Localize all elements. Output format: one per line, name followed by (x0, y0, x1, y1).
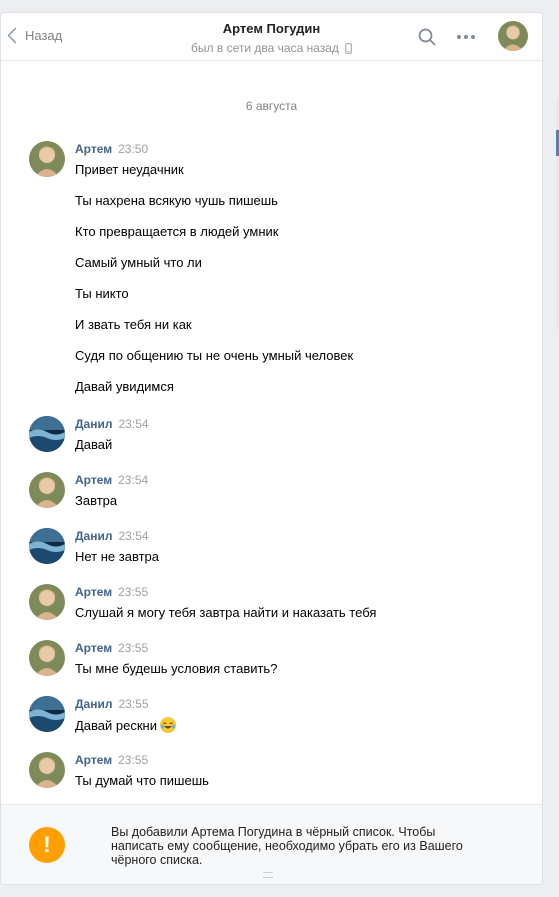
message-time[interactable]: 23:55 (118, 697, 148, 711)
message-text: Завтра (75, 493, 117, 508)
message-time[interactable]: 23:54 (118, 417, 148, 431)
warning-icon: ! (29, 827, 65, 863)
message-header: Артем 23:55 (75, 584, 148, 599)
message-header: Данил 23:54 (75, 528, 149, 543)
author-avatar[interactable] (29, 141, 65, 177)
message-header: Артем 23:54 (75, 472, 148, 487)
author-avatar[interactable] (29, 472, 65, 508)
message-time[interactable]: 23:54 (118, 529, 148, 543)
chat-panel: Назад Артем Погудин был в сети два часа … (0, 12, 543, 885)
message-text: Ты мне будешь условия ставить? (75, 661, 277, 676)
message-text-content: Судя по общению ты не очень умный челове… (75, 348, 354, 363)
message-text-content: Ты думай что пишешь (75, 773, 209, 788)
message-time[interactable]: 23:55 (118, 585, 148, 599)
message-text-content: И звать тебя ни как (75, 317, 192, 332)
author-avatar[interactable] (29, 752, 65, 788)
message-text-content: Давай увидимся (75, 379, 174, 394)
message-text-content: Ты нахрена всякую чушь пишешь (75, 193, 278, 208)
author-name[interactable]: Данил (75, 697, 112, 711)
message-text: Ты думай что пишешь (75, 773, 209, 788)
message-time[interactable]: 23:55 (118, 753, 148, 767)
message-text-content: Нет не завтра (75, 549, 159, 564)
author-name[interactable]: Данил (75, 417, 112, 431)
author-avatar[interactable] (29, 416, 65, 452)
author-name[interactable]: Артем (75, 473, 112, 487)
author-name[interactable]: Артем (75, 641, 112, 655)
author-name[interactable]: Данил (75, 529, 112, 543)
author-avatar[interactable] (29, 528, 65, 564)
message-text-content: Слушай я могу тебя завтра найти и наказа… (75, 605, 377, 620)
message-text-content: Давай рескни (75, 718, 157, 733)
message-text: Ты никто (75, 286, 129, 301)
message-header: Артем 23:55 (75, 640, 148, 655)
message-text: Давай (75, 437, 112, 452)
message-text: Кто превращается в людей умник (75, 224, 278, 239)
author-name[interactable]: Артем (75, 753, 112, 767)
author-name[interactable]: Артем (75, 142, 112, 156)
mobile-phone-icon (345, 42, 352, 54)
online-status: был в сети два часа назад (191, 41, 339, 55)
chat-header: Назад Артем Погудин был в сети два часа … (1, 13, 542, 61)
message-text: Слушай я могу тебя завтра найти и наказа… (75, 605, 376, 620)
author-avatar[interactable] (29, 640, 65, 676)
message-time[interactable]: 23:54 (118, 473, 148, 487)
message-text: Привет неудачник (75, 162, 184, 177)
message-header: Артем 23:50 (75, 141, 148, 156)
more-options-button[interactable] (456, 27, 476, 41)
search-button[interactable] (418, 28, 436, 49)
author-avatar[interactable] (29, 584, 65, 620)
message-text: И звать тебя ни как (75, 317, 192, 332)
message-text-content: Давай (75, 437, 113, 452)
message-text: Ты нахрена всякую чушь пишешь (75, 193, 278, 208)
message-text: Самый умный что ли (75, 255, 202, 270)
more-dots-icon (457, 35, 475, 39)
message-header: Данил 23:55 (75, 696, 149, 711)
message-time[interactable]: 23:55 (118, 641, 148, 655)
message-text: Нет не завтра (75, 549, 159, 564)
message-header: Данил 23:54 (75, 416, 149, 431)
message-text-content: Ты мне будешь условия ставить? (75, 661, 278, 676)
contact-avatar[interactable] (498, 21, 528, 51)
message-text-content: Завтра (75, 493, 118, 508)
author-avatar[interactable] (29, 696, 65, 732)
search-icon (418, 28, 436, 46)
laughing-tears-emoji (160, 717, 176, 736)
date-separator: 6 августа (245, 99, 298, 113)
message-time[interactable]: 23:50 (118, 142, 148, 156)
message-header: Артем 23:55 (75, 752, 148, 767)
message-text-content: Ты никто (75, 286, 129, 301)
message-text: Судя по общению ты не очень умный челове… (75, 348, 353, 363)
message-text: Давай рескни (75, 717, 176, 736)
resize-handle[interactable] (263, 872, 273, 878)
message-text: Давай увидимся (75, 379, 174, 394)
blacklist-notice: ! Вы добавили Артема Погудина в чёрный с… (1, 804, 542, 884)
message-text-content: Самый умный что ли (75, 255, 202, 270)
blacklist-notice-text: Вы добавили Артема Погудина в чёрный спи… (111, 825, 463, 867)
message-text-content: Привет неудачник (75, 162, 184, 177)
author-name[interactable]: Артем (75, 585, 112, 599)
message-text-content: Кто превращается в людей умник (75, 224, 279, 239)
